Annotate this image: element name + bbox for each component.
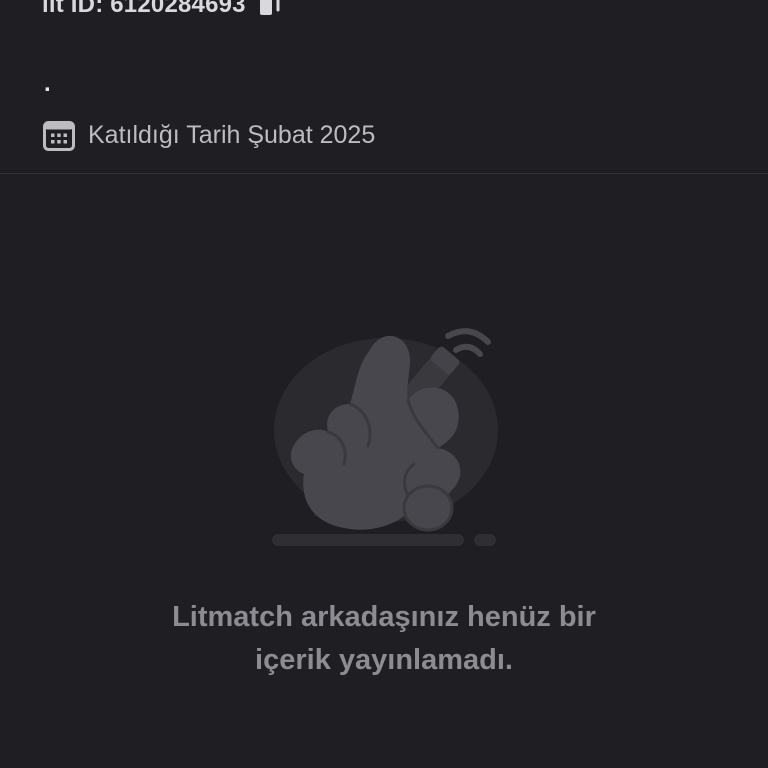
empty-state: Litmatch arkadaşınız henüz bir içerik ya… (0, 174, 768, 768)
bio-text: . (44, 70, 51, 97)
empty-message-line2: içerik yayınlamadı. (255, 644, 513, 676)
waving-hand-illustration (262, 324, 506, 554)
profile-info-section: lit ID: 6120284693 . Katıldığı Tarih Şub… (0, 0, 768, 174)
empty-message: Litmatch arkadaşınız henüz bir içerik ya… (84, 596, 684, 682)
calendar-icon (42, 118, 76, 152)
joined-date-text: Katıldığı Tarih Şubat 2025 (88, 120, 376, 149)
lit-id-text: lit ID: 6120284693 (42, 0, 246, 18)
copy-icon[interactable] (258, 0, 280, 17)
joined-date-row: Katıldığı Tarih Şubat 2025 (42, 117, 375, 153)
lit-id-row: lit ID: 6120284693 (42, 0, 280, 22)
empty-message-line1: Litmatch arkadaşınız henüz bir (172, 601, 596, 633)
